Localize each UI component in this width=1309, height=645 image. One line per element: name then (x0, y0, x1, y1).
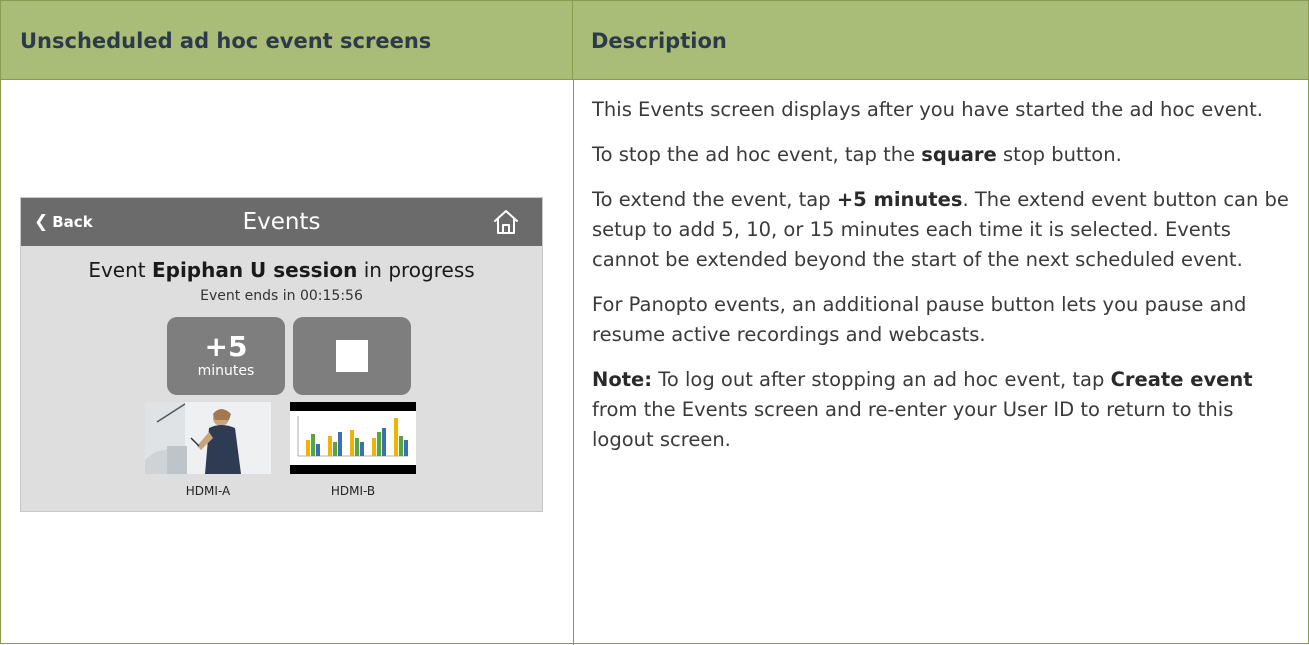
header-screens: Unscheduled ad hoc event screens (1, 1, 573, 80)
desc-paragraph-4: For Panopto events, an additional pause … (592, 293, 1247, 346)
desc-p5-bold: Create event (1110, 368, 1253, 391)
chevron-left-icon: ❮ (34, 212, 49, 232)
source-thumbnail-hdmi-b[interactable] (290, 402, 416, 474)
description-text: This Events screen displays after you ha… (592, 95, 1292, 470)
header-description: Description (591, 28, 727, 53)
stop-button[interactable] (293, 317, 411, 395)
desc-paragraph-1: This Events screen displays after you ha… (592, 98, 1263, 121)
desc-p3-bold: +5 minutes (836, 188, 963, 211)
home-icon[interactable] (492, 209, 520, 235)
description-table: Unscheduled ad hoc event screens Descrip… (0, 0, 1309, 645)
back-button[interactable]: ❮ Back (34, 198, 93, 246)
extend-value: +5 (204, 330, 248, 363)
desc-p2-post: stop button. (996, 143, 1122, 166)
back-label: Back (52, 213, 93, 231)
device-header-bar: Events ❮ Back (21, 198, 542, 246)
desc-paragraph-2: To stop the ad hoc event, tap the square… (592, 140, 1292, 170)
events-screen-screenshot: Events ❮ Back Event Epiphan U session in… (20, 197, 543, 512)
event-name: Epiphan U session (151, 258, 358, 282)
desc-p5-note: Note: (592, 368, 653, 391)
desc-p5-post: from the Events screen and re-enter your… (592, 398, 1234, 451)
table-header-row: Unscheduled ad hoc event screens Descrip… (1, 1, 1308, 80)
desc-paragraph-5: Note: To log out after stopping an ad ho… (592, 365, 1292, 455)
desc-p2-pre: To stop the ad hoc event, tap the (592, 143, 922, 166)
event-status-line: Event Epiphan U session in progress (21, 258, 542, 282)
extend-event-button[interactable]: +5 minutes (167, 317, 285, 395)
desc-p2-bold: square (921, 143, 997, 166)
event-suffix: in progress (357, 258, 475, 282)
stop-square-icon (336, 340, 368, 372)
source-thumbnail-hdmi-a[interactable] (145, 402, 271, 474)
source-label-hdmi-b: HDMI-B (330, 484, 376, 498)
column-divider (573, 80, 574, 645)
desc-p3-pre: To extend the event, tap (592, 188, 837, 211)
event-ends-text: Event ends in 00:15:56 (200, 288, 363, 304)
extend-unit: minutes (197, 363, 255, 379)
event-prefix: Event (88, 258, 152, 282)
device-title: Events (242, 209, 321, 235)
desc-paragraph-3: To extend the event, tap +5 minutes. The… (592, 185, 1292, 275)
desc-p5-mid: To log out after stopping an ad hoc even… (652, 368, 1111, 391)
source-label-hdmi-a: HDMI-A (185, 484, 231, 498)
